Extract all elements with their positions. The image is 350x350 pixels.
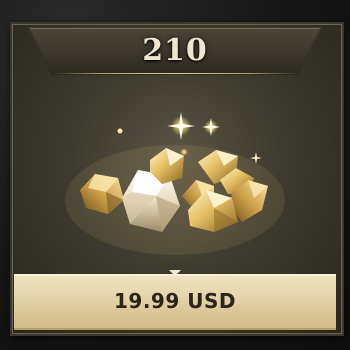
price-label[interactable]: 19.99 USD [14, 276, 336, 326]
store-offer-screen: 210 19.99 USD [0, 0, 350, 350]
